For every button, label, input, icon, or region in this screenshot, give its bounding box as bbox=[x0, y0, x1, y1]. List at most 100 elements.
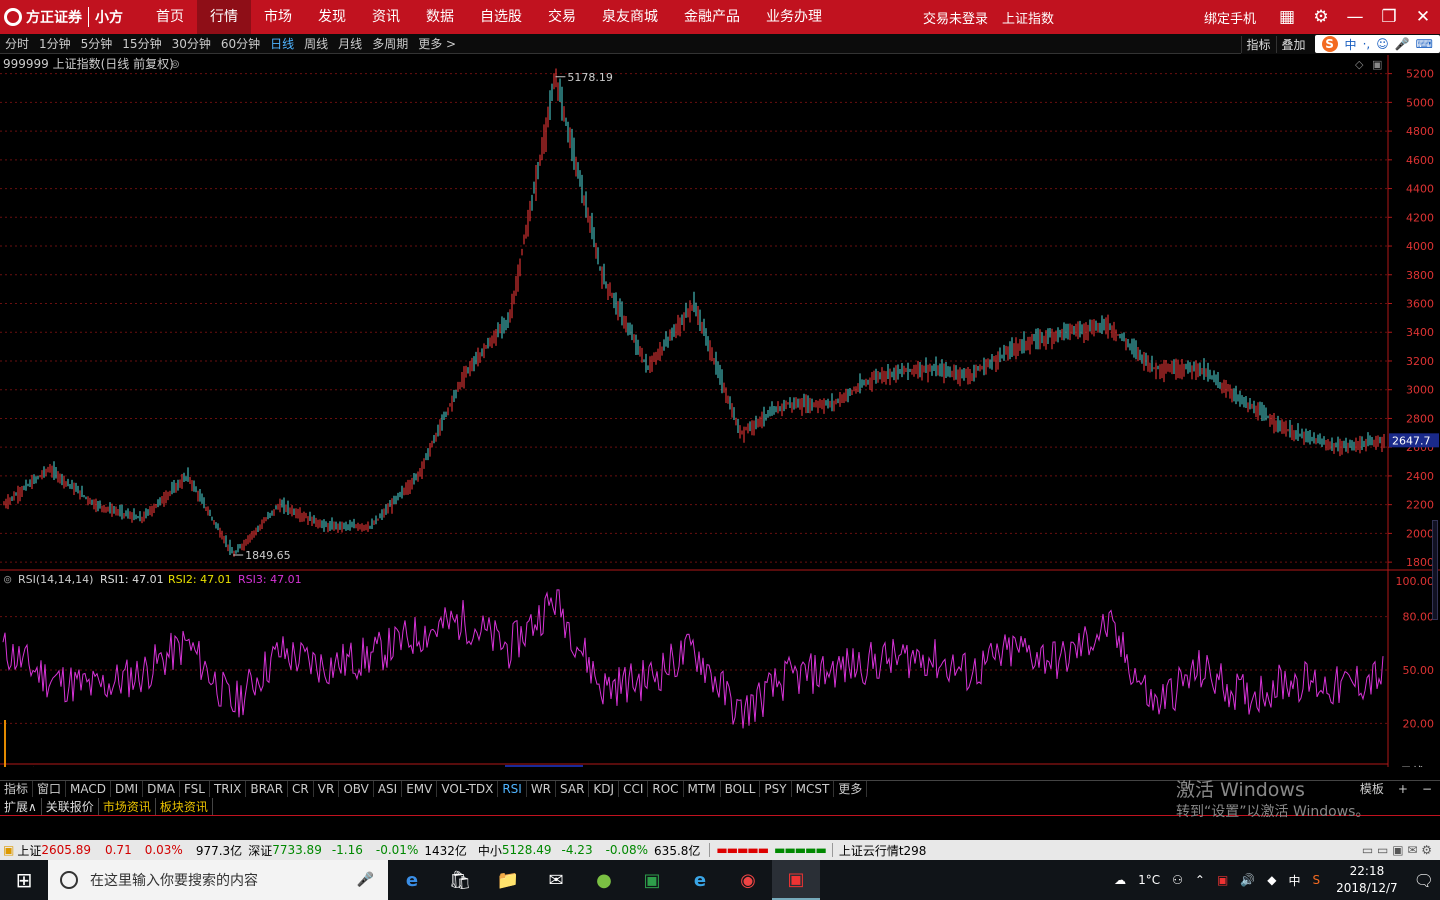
notification-icon[interactable]: 🗨 bbox=[1414, 871, 1434, 890]
network-icon[interactable]: ◆ bbox=[1267, 873, 1276, 887]
nav-item[interactable]: 业务办理 bbox=[753, 0, 835, 34]
nav-item[interactable]: 自选股 bbox=[467, 0, 535, 34]
clock[interactable]: 22:18 2018/12/7 bbox=[1336, 863, 1398, 897]
gear-icon[interactable]: ⚙ bbox=[1308, 7, 1334, 27]
app-green-icon[interactable]: ● bbox=[580, 860, 628, 900]
nav-item[interactable]: 交易 bbox=[535, 0, 589, 34]
weather-temp[interactable]: 1°C bbox=[1138, 873, 1160, 887]
indicator-tab[interactable]: SAR bbox=[556, 781, 590, 797]
indicator-tab[interactable]: MACD bbox=[66, 781, 112, 797]
period-tab[interactable]: 更多 > bbox=[413, 35, 461, 52]
indicator-tab[interactable]: KDJ bbox=[589, 781, 620, 797]
indicator-tab[interactable]: ASI bbox=[374, 781, 403, 797]
period-tab[interactable]: 多周期 bbox=[367, 35, 413, 52]
index-name-label[interactable]: 上证指数 bbox=[1002, 8, 1054, 27]
microphone-icon[interactable]: 🎤 bbox=[357, 872, 374, 888]
nav-item[interactable]: 金融产品 bbox=[671, 0, 753, 34]
tab-extend[interactable]: 扩展∧ bbox=[0, 797, 42, 815]
indicator-tab[interactable]: RSI bbox=[498, 781, 527, 797]
period-tab[interactable]: 月线 bbox=[333, 35, 367, 52]
period-tab[interactable]: 日线 bbox=[265, 35, 299, 52]
nav-item[interactable]: 行情 bbox=[197, 0, 251, 34]
grid-icon[interactable]: ▦ bbox=[1274, 7, 1300, 27]
kline-chart[interactable]: 5200 5000 4800 4600 4400 4200 4000 3800 3600 3400… bbox=[0, 55, 1440, 767]
people-icon[interactable]: ⚇ bbox=[1172, 873, 1183, 887]
indicator-tab[interactable]: FSL bbox=[180, 781, 210, 797]
period-tab[interactable]: 5分钟 bbox=[76, 35, 118, 52]
minimize-icon[interactable]: — bbox=[1342, 7, 1368, 27]
period-tab[interactable]: 15分钟 bbox=[117, 35, 166, 52]
sogou-tray-icon[interactable]: S bbox=[1313, 873, 1321, 887]
indicator-tab[interactable]: BRAR bbox=[246, 781, 289, 797]
indicator-tab[interactable]: VR bbox=[314, 781, 340, 797]
app-photo-icon[interactable]: ▣ bbox=[628, 860, 676, 900]
indicator-tab[interactable]: CR bbox=[288, 781, 314, 797]
bind-phone-link[interactable]: 绑定手机 bbox=[1204, 8, 1256, 27]
rsi-collapse-icon[interactable]: ⊚ bbox=[3, 573, 12, 586]
windows-start-icon[interactable]: ⊞ bbox=[0, 860, 48, 900]
tab-related-quotes[interactable]: 关联报价 bbox=[42, 797, 99, 815]
indicator-tool-button[interactable]: 指标 bbox=[1240, 35, 1276, 53]
mail-icon[interactable]: ✉ bbox=[532, 860, 580, 900]
store-icon[interactable]: 🛍 bbox=[436, 860, 484, 900]
indicator-tab[interactable]: VOL-TDX bbox=[437, 781, 499, 797]
maximize-icon[interactable]: ❐ bbox=[1376, 7, 1402, 27]
indicator-tab[interactable]: ROC bbox=[648, 781, 684, 797]
indicator-tab[interactable]: 指标 bbox=[0, 781, 34, 797]
indicator-tab[interactable]: PSY bbox=[760, 781, 792, 797]
ime-lang[interactable]: 中 bbox=[1345, 36, 1357, 53]
input-lang[interactable]: 中 bbox=[1289, 872, 1301, 889]
close-icon[interactable]: ✕ bbox=[1410, 7, 1436, 27]
indicator-tab[interactable]: EMV bbox=[402, 781, 438, 797]
ime-punct-icon[interactable]: ·, bbox=[1363, 37, 1371, 51]
overlay-tool-button[interactable]: 叠加 bbox=[1275, 35, 1311, 53]
weather-icon[interactable]: ☁ bbox=[1114, 873, 1126, 887]
nav-item[interactable]: 首页 bbox=[143, 0, 197, 34]
tray-expand-icon[interactable]: ⌃ bbox=[1195, 873, 1205, 887]
indicator-tab[interactable]: TRIX bbox=[210, 781, 247, 797]
period-tab[interactable]: 分时 bbox=[0, 35, 34, 52]
indicator-tab[interactable]: 窗口 bbox=[33, 781, 67, 797]
indicator-tab[interactable]: DMA bbox=[143, 781, 180, 797]
period-tab[interactable]: 60分钟 bbox=[216, 35, 265, 52]
edge-icon[interactable]: e bbox=[388, 860, 436, 900]
period-tab[interactable]: 周线 bbox=[299, 35, 333, 52]
trade-status-link[interactable]: 交易未登录 bbox=[923, 8, 988, 27]
indicator-tab[interactable]: DMI bbox=[111, 781, 144, 797]
diamond-icon[interactable]: ◇ bbox=[1355, 58, 1364, 71]
panel-icon[interactable]: ▣ bbox=[1372, 58, 1382, 71]
ime-keyboard-icon[interactable]: ⌨ bbox=[1416, 37, 1433, 51]
indicator-tab[interactable]: WR bbox=[527, 781, 557, 797]
ie-icon[interactable]: e bbox=[676, 860, 724, 900]
volume-icon[interactable]: 🔊 bbox=[1240, 873, 1255, 887]
nav-item[interactable]: 市场 bbox=[251, 0, 305, 34]
chart-title-dropdown-icon[interactable]: ⊚ bbox=[170, 57, 180, 71]
indicator-tab[interactable]: OBV bbox=[339, 781, 374, 797]
tray-app-icon[interactable]: ▣ bbox=[1217, 873, 1228, 887]
indicator-tab[interactable]: BOLL bbox=[721, 781, 761, 797]
indicator-tab[interactable]: CCI bbox=[619, 781, 649, 797]
tab-market-news[interactable]: 市场资讯 bbox=[99, 797, 156, 815]
chart-area[interactable]: 5200 5000 4800 4600 4400 4200 4000 3800 3600 3400… bbox=[0, 55, 1440, 767]
status-tools-icon[interactable]: ▭ ▭ ▣ ✉ ⚙ bbox=[1362, 843, 1432, 857]
nav-item[interactable]: 发现 bbox=[305, 0, 359, 34]
nav-item[interactable]: 资讯 bbox=[359, 0, 413, 34]
cloud-quote-label[interactable]: 上证云行情t298 bbox=[839, 842, 927, 859]
indicator-tab[interactable]: MTM bbox=[684, 781, 721, 797]
ime-voice-icon[interactable]: 🎤 bbox=[1395, 37, 1410, 51]
ime-toolbar[interactable]: S 中 ·, ☺ 🎤 ⌨ bbox=[1314, 35, 1440, 53]
founder-app-icon[interactable]: ▣ bbox=[772, 860, 820, 900]
remove-button[interactable]: − bbox=[1422, 782, 1432, 796]
add-button[interactable]: + bbox=[1398, 782, 1408, 796]
period-tab[interactable]: 30分钟 bbox=[167, 35, 216, 52]
indicator-tab[interactable]: MCST bbox=[792, 781, 835, 797]
price-scrollbar[interactable] bbox=[1432, 520, 1438, 620]
template-button[interactable]: 模板 bbox=[1360, 780, 1384, 797]
chrome-icon[interactable]: ◉ bbox=[724, 860, 772, 900]
indicator-tab[interactable]: 更多 bbox=[834, 781, 868, 797]
nav-item[interactable]: 泉友商城 bbox=[589, 0, 671, 34]
ime-emoji-icon[interactable]: ☺ bbox=[1376, 37, 1389, 51]
tab-sector-news[interactable]: 板块资讯 bbox=[156, 797, 213, 815]
period-tab[interactable]: 1分钟 bbox=[34, 35, 76, 52]
taskbar-search-box[interactable]: 在这里输入你要搜索的内容 🎤 bbox=[48, 860, 388, 900]
